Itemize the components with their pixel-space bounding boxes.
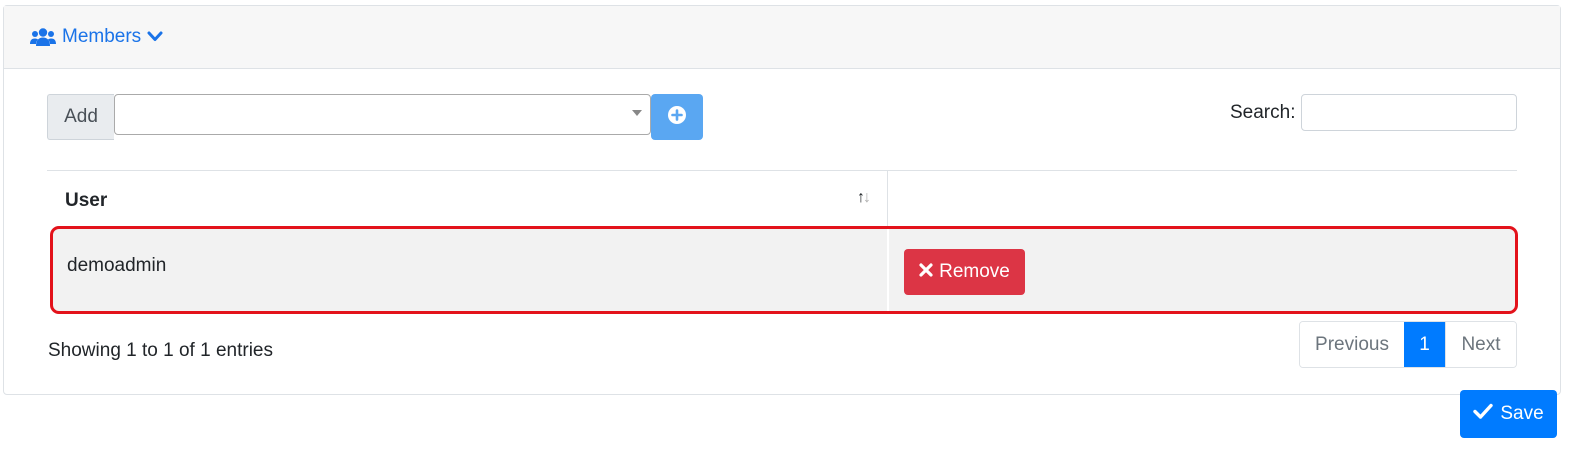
remove-button[interactable]: Remove	[904, 249, 1025, 295]
plus-circle-icon	[667, 105, 687, 130]
table-border	[47, 170, 1517, 171]
search-input[interactable]	[1301, 94, 1517, 131]
column-divider	[887, 171, 888, 229]
members-toggle[interactable]: Members	[30, 26, 163, 48]
table-info: Showing 1 to 1 of 1 entries	[48, 340, 273, 361]
members-card: Members Add Search: User ↑↓ demoadmin Re…	[3, 5, 1561, 395]
add-label: Add	[47, 94, 114, 140]
members-title: Members	[62, 26, 142, 47]
add-user-select[interactable]	[114, 94, 651, 135]
table-row: demoadmin Remove	[50, 226, 1518, 314]
column-header-user[interactable]: User	[65, 190, 107, 212]
remove-label: Remove	[939, 261, 1010, 282]
card-header: Members	[4, 6, 1560, 69]
pagination: Previous 1 Next	[1299, 321, 1517, 368]
add-user-button[interactable]	[651, 94, 703, 140]
check-icon	[1473, 403, 1494, 425]
caret-down-icon	[632, 110, 642, 116]
sort-icon[interactable]: ↑↓	[857, 189, 871, 207]
previous-page-button[interactable]: Previous	[1300, 322, 1404, 367]
close-icon	[919, 261, 933, 283]
next-page-button[interactable]: Next	[1445, 322, 1516, 367]
save-button[interactable]: Save	[1460, 390, 1557, 438]
users-icon	[30, 27, 56, 47]
page-1-button[interactable]: 1	[1404, 322, 1445, 367]
cell-divider	[887, 229, 889, 311]
user-cell: demoadmin	[67, 255, 167, 276]
search-label: Search:	[1230, 102, 1296, 123]
save-label: Save	[1500, 403, 1544, 424]
chevron-down-icon	[147, 31, 163, 43]
